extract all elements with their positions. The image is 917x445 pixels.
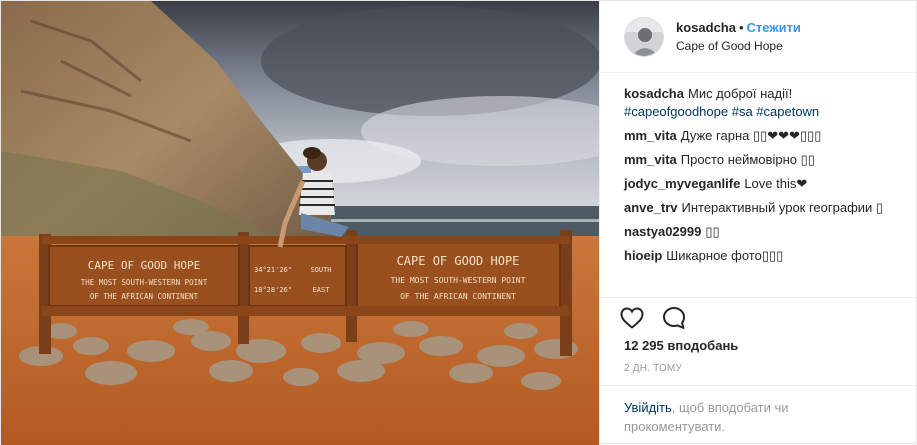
comment-item: mm_vita Дуже гарна ▯▯❤❤❤▯▯▯ xyxy=(624,127,900,145)
comment-username[interactable]: nastya02999 xyxy=(624,224,701,239)
heart-icon xyxy=(620,307,644,329)
cape-photo-illustration: CAPE OF GOOD HOPE THE MOST SOUTH-WESTERN… xyxy=(1,1,599,445)
post-timestamp[interactable]: 2 дн. тому xyxy=(624,363,900,374)
comment-username[interactable]: mm_vita xyxy=(624,152,677,167)
instagram-post: CAPE OF GOOD HOPE THE MOST SOUTH-WESTERN… xyxy=(0,0,917,445)
post-header: kosadcha • Стежити Cape of Good Hope xyxy=(600,1,916,73)
sign-top-rail xyxy=(41,236,569,244)
sign-left-line1: THE MOST SOUTH-WESTERN POINT xyxy=(81,278,208,287)
sign-mid-line2: 18°28'26" xyxy=(254,286,292,294)
login-link[interactable]: Увійдіть xyxy=(624,400,672,415)
comment-username[interactable]: anve_trv xyxy=(624,200,677,215)
comment-text: ▯▯ xyxy=(705,224,720,239)
comment-item: anve_trv Интерактивный урок географии ▯ xyxy=(624,199,900,217)
likes-count[interactable]: 12 295 вподобань xyxy=(624,338,900,353)
comment-text: Дуже гарна ▯▯❤❤❤▯▯▯ xyxy=(680,128,822,143)
comment-text: Интерактивный урок географии ▯ xyxy=(681,200,884,215)
sign-right-line2: OF THE AFRICAN CONTINENT xyxy=(400,292,516,301)
comment-text: Шикарное фото▯▯▯ xyxy=(666,248,784,263)
sign-left-line2: OF THE AFRICAN CONTINENT xyxy=(90,292,199,301)
comment-text: Love this❤ xyxy=(744,176,808,191)
comment-item: hioeip Шикарное фото▯▯▯ xyxy=(624,247,900,265)
comment-item: jodyc_myveganlife Love this❤ xyxy=(624,175,900,193)
header-username[interactable]: kosadcha xyxy=(676,20,736,35)
caption-hashtags[interactable]: #capeofgoodhope #sa #capetown xyxy=(624,104,819,119)
like-button[interactable] xyxy=(618,304,646,332)
location-link[interactable]: Cape of Good Hope xyxy=(676,37,801,55)
comment-username[interactable]: mm_vita xyxy=(624,128,677,143)
comment-username[interactable]: hioeip xyxy=(624,248,662,263)
comment-icon xyxy=(663,307,685,329)
login-prompt: Увійдіть, щоб вподобати чи прокоментуват… xyxy=(600,385,916,436)
caption-text: Мис доброї надії! xyxy=(687,86,793,101)
comment-username[interactable]: jodyc_myveganlife xyxy=(624,176,740,191)
comment-text: Просто неймовірно ▯▯ xyxy=(680,152,815,167)
avatar[interactable] xyxy=(624,16,664,57)
sign-board-middle xyxy=(248,245,347,307)
comment-item: nastya02999 ▯▯ xyxy=(624,223,900,241)
sign-rail xyxy=(41,306,569,316)
comment-button[interactable] xyxy=(660,304,688,332)
sign-left-title: CAPE OF GOOD HOPE xyxy=(88,259,201,272)
sign-right-line1: THE MOST SOUTH-WESTERN POINT xyxy=(391,276,526,285)
avatar-image xyxy=(625,17,663,56)
sign-right-title: CAPE OF GOOD HOPE xyxy=(397,254,520,268)
sign-mid-line2b: EAST xyxy=(313,286,331,294)
post-actions: 12 295 вподобань 2 дн. тому xyxy=(600,297,916,374)
post-sidebar: kosadcha • Стежити Cape of Good Hope kosad… xyxy=(599,1,916,445)
sign-mid-line1b: SOUTH xyxy=(310,266,331,274)
post-photo[interactable]: CAPE OF GOOD HOPE THE MOST SOUTH-WESTERN… xyxy=(1,1,599,445)
caption-username[interactable]: kosadcha xyxy=(624,86,684,101)
comment-item: mm_vita Просто неймовірно ▯▯ xyxy=(624,151,900,169)
sign-mid-line1: 34°21'26" xyxy=(254,266,292,274)
follow-button[interactable]: Стежити xyxy=(747,20,801,35)
caption: kosadcha Мис доброї надії! #capeofgoodhop… xyxy=(624,85,900,121)
comments-list: kosadcha Мис доброї надії! #capeofgoodhop… xyxy=(600,73,916,295)
separator-dot: • xyxy=(738,19,744,35)
